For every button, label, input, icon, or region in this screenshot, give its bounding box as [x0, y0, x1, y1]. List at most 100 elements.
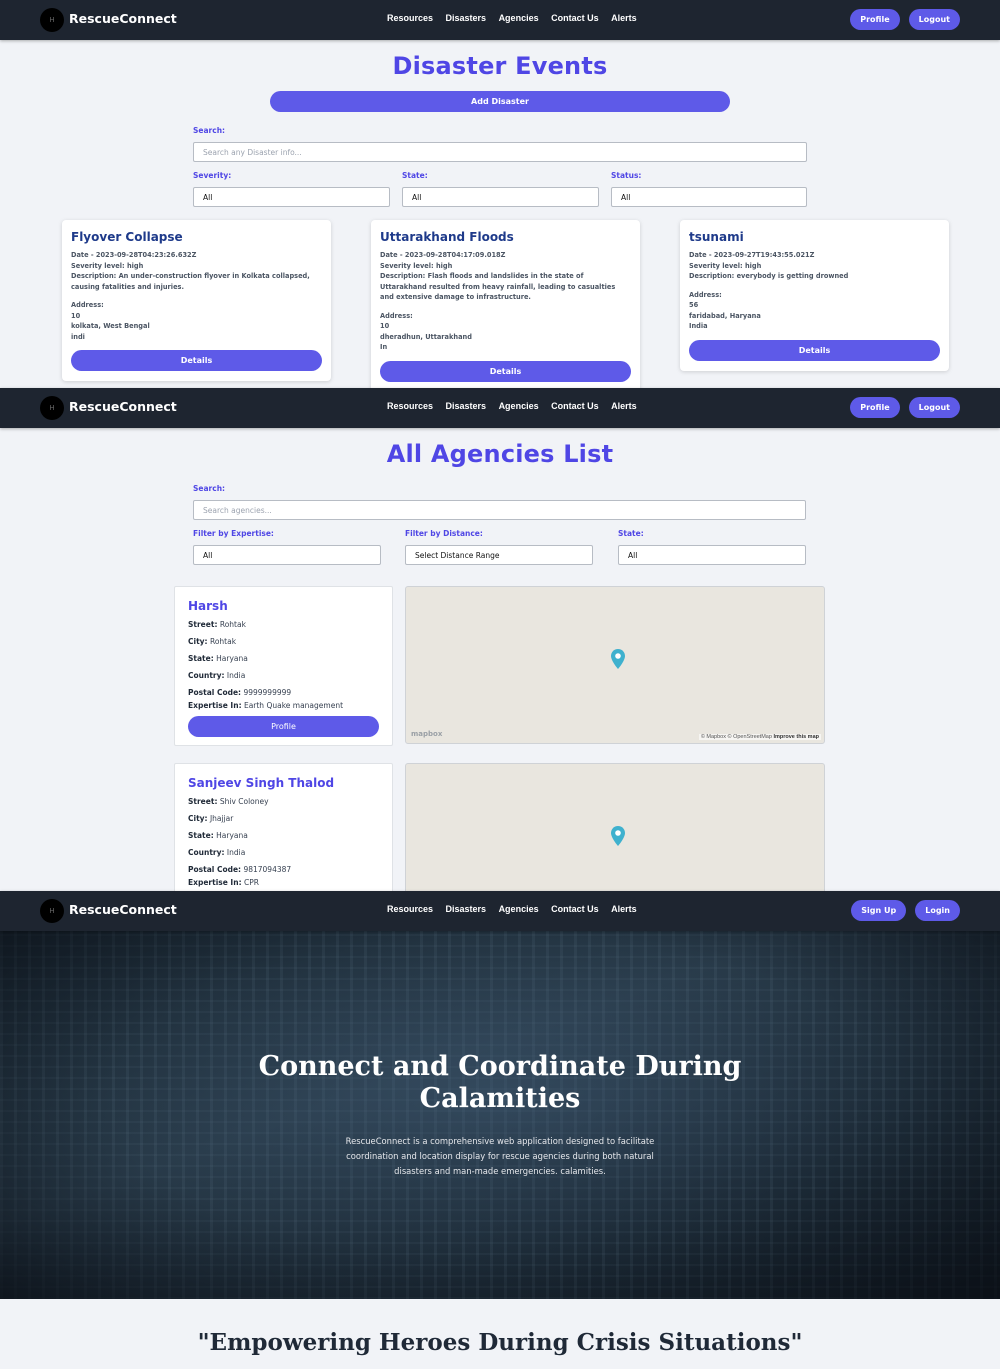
address-line: India [689, 322, 708, 330]
nav-resources[interactable]: Resources [387, 401, 433, 411]
brand-name[interactable]: RescueConnect [69, 399, 177, 414]
tagline-quote: "Empowering Heroes During Crisis Situati… [197, 1329, 803, 1356]
login-button[interactable]: Login [915, 900, 960, 921]
disaster-date: Date - 2023-09-27T19:43:55.021Z [689, 251, 815, 259]
address-line: 56 [689, 301, 699, 309]
map-attribution[interactable]: © Mapbox © OpenStreetMap Improve this ma… [698, 734, 821, 740]
search-label: Search: [193, 126, 226, 135]
expertise-select[interactable]: All [193, 545, 381, 565]
profile-button[interactable]: Profile [850, 397, 900, 418]
details-button[interactable]: Details [71, 350, 322, 371]
hero-description: RescueConnect is a comprehensive web app… [345, 1136, 655, 1176]
hero-banner: Connect and Coordinate During Calamities… [0, 931, 1000, 1299]
nav-resources[interactable]: Resources [387, 13, 433, 23]
mapbox-logo[interactable]: mapbox [411, 730, 442, 738]
nav-disasters[interactable]: Disasters [446, 904, 487, 914]
top-navbar: H RescueConnect Resources Disasters Agen… [0, 388, 1000, 428]
distance-label: Filter by Distance: [405, 529, 483, 538]
status-select[interactable]: All [611, 187, 807, 207]
agency-profile-button[interactable]: Profile [188, 716, 379, 737]
severity-select[interactable]: All [193, 187, 390, 207]
agencies-section: All Agencies List Search: Search agencie… [0, 428, 1000, 891]
nav-disasters[interactable]: Disasters [446, 401, 487, 411]
disaster-card: tsunami Date - 2023-09-27T19:43:55.021Z … [680, 220, 949, 371]
state-select[interactable]: All [618, 545, 806, 565]
logo-icon[interactable]: H [40, 8, 64, 32]
nav-resources[interactable]: Resources [387, 904, 433, 914]
agency-card: Harsh Street: Rohtak City: Rohtak State:… [174, 586, 393, 746]
agency-card: Sanjeev Singh Thalod Street: Shiv Colone… [174, 763, 393, 891]
address-label: Address: [689, 290, 722, 299]
nav-links: Resources Disasters Agencies Contact Us … [387, 13, 649, 23]
search-input[interactable]: Search any Disaster info... [193, 142, 807, 162]
search-input[interactable]: Search agencies... [193, 500, 806, 520]
agency-postal: Postal Code: 9817094387 [188, 865, 292, 874]
details-button[interactable]: Details [380, 360, 631, 382]
disaster-severity: Severity level: high [71, 261, 144, 270]
address-line: 10 [71, 311, 81, 320]
disaster-description: Description: everybody is getting drowne… [689, 272, 849, 280]
nav-alerts[interactable]: Alerts [611, 13, 637, 23]
agency-name[interactable]: Sanjeev Singh Thalod [188, 776, 379, 790]
nav-contact-us[interactable]: Contact Us [551, 13, 599, 23]
disaster-card: Flyover Collapse Date - 2023-09-28T04:23… [62, 220, 331, 381]
top-navbar: H RescueConnect Resources Disasters Agen… [0, 891, 1000, 931]
add-disaster-button[interactable]: Add Disaster [270, 91, 730, 112]
nav-agencies[interactable]: Agencies [499, 401, 539, 411]
disaster-severity: Severity level: high [380, 261, 453, 270]
state-select[interactable]: All [402, 187, 599, 207]
logout-button[interactable]: Logout [908, 397, 960, 418]
nav-agencies[interactable]: Agencies [499, 13, 539, 23]
expertise-label: Filter by Expertise: [193, 529, 274, 538]
nav-alerts[interactable]: Alerts [611, 401, 637, 411]
top-navbar: H RescueConnect Resources Disasters Agen… [0, 0, 1000, 40]
brand-name[interactable]: RescueConnect [69, 902, 177, 917]
profile-button[interactable]: Profile [850, 9, 900, 30]
state-label: State: [402, 171, 428, 180]
agency-map[interactable] [405, 763, 825, 891]
map-pin-icon[interactable] [611, 826, 625, 846]
page-title: Disaster Events [392, 52, 608, 80]
agency-country: Country: India [188, 671, 246, 680]
address-line: kolkata, West Bengal [71, 322, 150, 330]
agency-street: Street: Shiv Coloney [188, 797, 269, 806]
status-label: Status: [611, 171, 642, 180]
disaster-title: tsunami [689, 230, 744, 244]
logo-icon[interactable]: H [40, 396, 64, 420]
agency-city: City: Jhajjar [188, 814, 234, 823]
sign-up-button[interactable]: Sign Up [851, 900, 907, 921]
agency-expertise: Expertise In: Earth Quake management [188, 701, 344, 710]
agency-state: State: Haryana [188, 654, 248, 663]
state-label: State: [618, 529, 644, 538]
nav-agencies[interactable]: Agencies [499, 904, 539, 914]
nav-alerts[interactable]: Alerts [611, 904, 637, 914]
address-line: dheradhun, Uttarakhand [380, 332, 472, 341]
hero-headline: Connect and Coordinate During Calamities [258, 1051, 742, 1114]
agency-map[interactable]: mapbox © Mapbox © OpenStreetMap Improve … [405, 586, 825, 744]
address-line: indi [71, 332, 85, 341]
nav-contact-us[interactable]: Contact Us [551, 904, 599, 914]
address-line: 10 [380, 322, 390, 330]
disaster-title: Flyover Collapse [71, 230, 183, 244]
brand-name[interactable]: RescueConnect [69, 11, 177, 26]
distance-select[interactable]: Select Distance Range [405, 545, 593, 565]
address-line: In [380, 343, 388, 351]
disaster-events-section: Disaster Events Add Disaster Search: Sea… [0, 40, 1000, 388]
address-label: Address: [71, 301, 104, 309]
disaster-severity: Severity level: high [689, 261, 762, 270]
disaster-description: Description: An under-construction flyov… [71, 272, 310, 291]
disaster-description: Description: Flash floods and landslides… [380, 272, 616, 301]
logo-icon[interactable]: H [40, 899, 64, 923]
address-label: Address: [380, 311, 413, 320]
nav-disasters[interactable]: Disasters [446, 13, 487, 23]
agency-country: Country: India [188, 848, 246, 857]
agency-name[interactable]: Harsh [188, 599, 379, 613]
agency-state: State: Haryana [188, 831, 248, 840]
map-pin-icon[interactable] [611, 649, 625, 669]
nav-links: Resources Disasters Agencies Contact Us … [387, 904, 649, 914]
details-button[interactable]: Details [689, 339, 940, 361]
nav-contact-us[interactable]: Contact Us [551, 401, 599, 411]
logout-button[interactable]: Logout [908, 9, 960, 30]
nav-links: Resources Disasters Agencies Contact Us … [387, 401, 649, 411]
disaster-date: Date - 2023-09-28T04:17:09.018Z [380, 251, 506, 259]
